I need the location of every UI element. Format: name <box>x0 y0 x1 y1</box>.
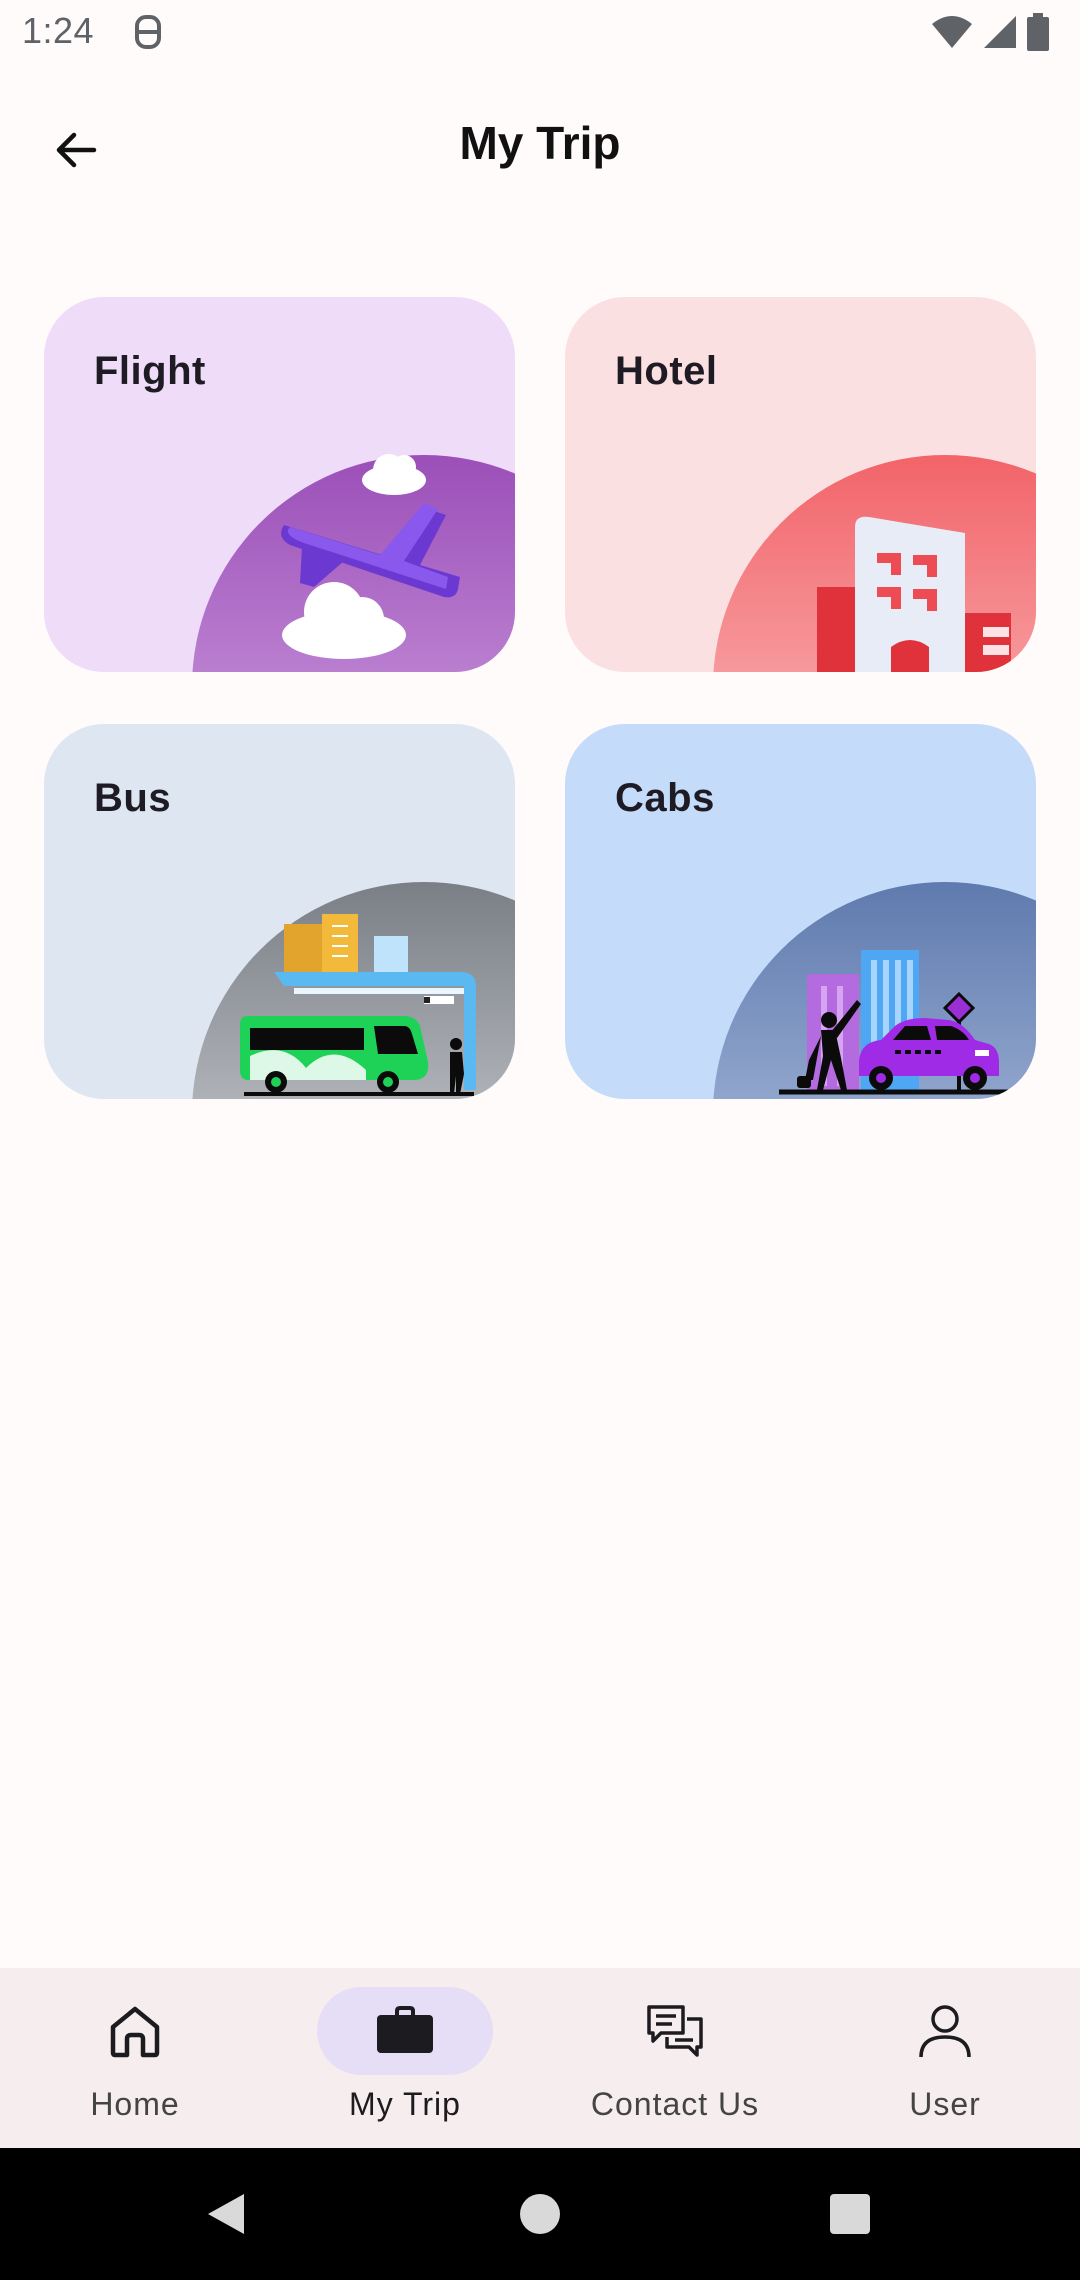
nav-item-contact-us[interactable]: Contact Us <box>540 1968 810 2148</box>
app-bar: My Trip <box>0 66 1080 222</box>
hotel-card-label: Hotel <box>615 349 718 393</box>
bus-card[interactable]: Bus <box>44 724 515 1099</box>
signal-icon <box>984 16 1016 48</box>
status-time: 1:24 <box>22 10 95 51</box>
battery-icon <box>1027 13 1049 51</box>
flight-card[interactable]: Flight <box>44 297 515 672</box>
system-navigation-bar <box>0 2148 1080 2280</box>
person-icon <box>919 2005 971 2058</box>
nav-user-label: User <box>909 2086 981 2122</box>
notification-icon <box>135 15 161 49</box>
nav-home-label: Home <box>90 2086 180 2122</box>
bottom-navigation: Home My Trip Contact Us User <box>0 1968 1080 2148</box>
nav-my-trip-label: My Trip <box>349 2086 461 2122</box>
nav-item-my-trip[interactable]: My Trip <box>270 1968 540 2148</box>
status-bar: 1:24 <box>0 0 1080 66</box>
nav-my-trip-indicator <box>317 1987 493 2075</box>
circle-home-icon <box>520 2194 560 2234</box>
system-back-button[interactable] <box>196 2184 256 2244</box>
wifi-icon <box>932 16 972 48</box>
nav-contact-us-label: Contact Us <box>590 2086 760 2122</box>
system-home-button[interactable] <box>510 2184 570 2244</box>
flight-card-label: Flight <box>94 349 206 393</box>
nav-item-home[interactable]: Home <box>0 1968 270 2148</box>
cabs-card[interactable]: Cabs <box>565 724 1036 1099</box>
triangle-back-icon <box>208 2194 244 2234</box>
status-icons <box>930 12 1050 52</box>
nav-home-indicator <box>47 1987 223 2075</box>
chat-icon <box>647 2005 703 2057</box>
nav-user-indicator <box>857 1987 1033 2075</box>
system-recents-button[interactable] <box>820 2184 880 2244</box>
nav-item-user[interactable]: User <box>810 1968 1080 2148</box>
hotel-card[interactable]: Hotel <box>565 297 1036 672</box>
page-title: My Trip <box>459 117 621 169</box>
cabs-card-label: Cabs <box>615 776 715 820</box>
briefcase-icon <box>377 2006 433 2053</box>
nav-contact-indicator <box>587 1987 763 2075</box>
home-icon <box>110 2006 160 2058</box>
square-recents-icon <box>830 2194 870 2234</box>
bus-card-label: Bus <box>94 776 172 820</box>
